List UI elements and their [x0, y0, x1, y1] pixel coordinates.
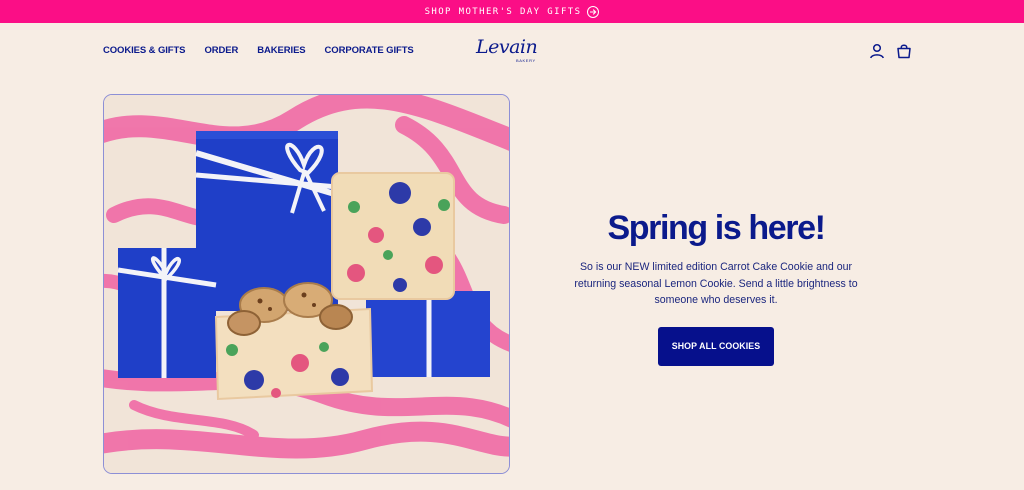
shopping-bag-icon[interactable]: [895, 42, 913, 60]
hero-content: Spring is here! So is our NEW limited ed…: [560, 205, 872, 366]
account-icon[interactable]: [868, 42, 886, 60]
promo-text[interactable]: SHOP MOTHER'S DAY GIFTS: [425, 7, 582, 17]
main-nav: COOKIES & GIFTS ORDER BAKERIES CORPORATE…: [103, 45, 414, 56]
site-header: COOKIES & GIFTS ORDER BAKERIES CORPORATE…: [0, 23, 1024, 81]
header-actions: [868, 42, 913, 60]
hero-description: So is our NEW limited edition Carrot Cak…: [574, 261, 858, 306]
nav-order[interactable]: ORDER: [204, 45, 238, 56]
nav-corporate-gifts[interactable]: CORPORATE GIFTS: [325, 45, 414, 56]
nav-cookies-gifts[interactable]: COOKIES & GIFTS: [103, 45, 186, 56]
arrow-right-circle-icon[interactable]: [587, 5, 600, 18]
levain-logo[interactable]: Levain BAKERY: [476, 36, 548, 66]
gift-boxes-illustration: [104, 95, 509, 473]
promo-banner[interactable]: SHOP MOTHER'S DAY GIFTS: [0, 0, 1024, 23]
nav-bakeries[interactable]: BAKERIES: [257, 45, 305, 56]
gift-boxes-photo: [103, 94, 510, 474]
logo-wordmark: Levain: [476, 36, 538, 58]
hero-title: Spring is here!: [607, 209, 825, 247]
logo-subtext: BAKERY: [516, 58, 536, 63]
shop-all-cookies-button[interactable]: SHOP ALL COOKIES: [658, 326, 774, 366]
